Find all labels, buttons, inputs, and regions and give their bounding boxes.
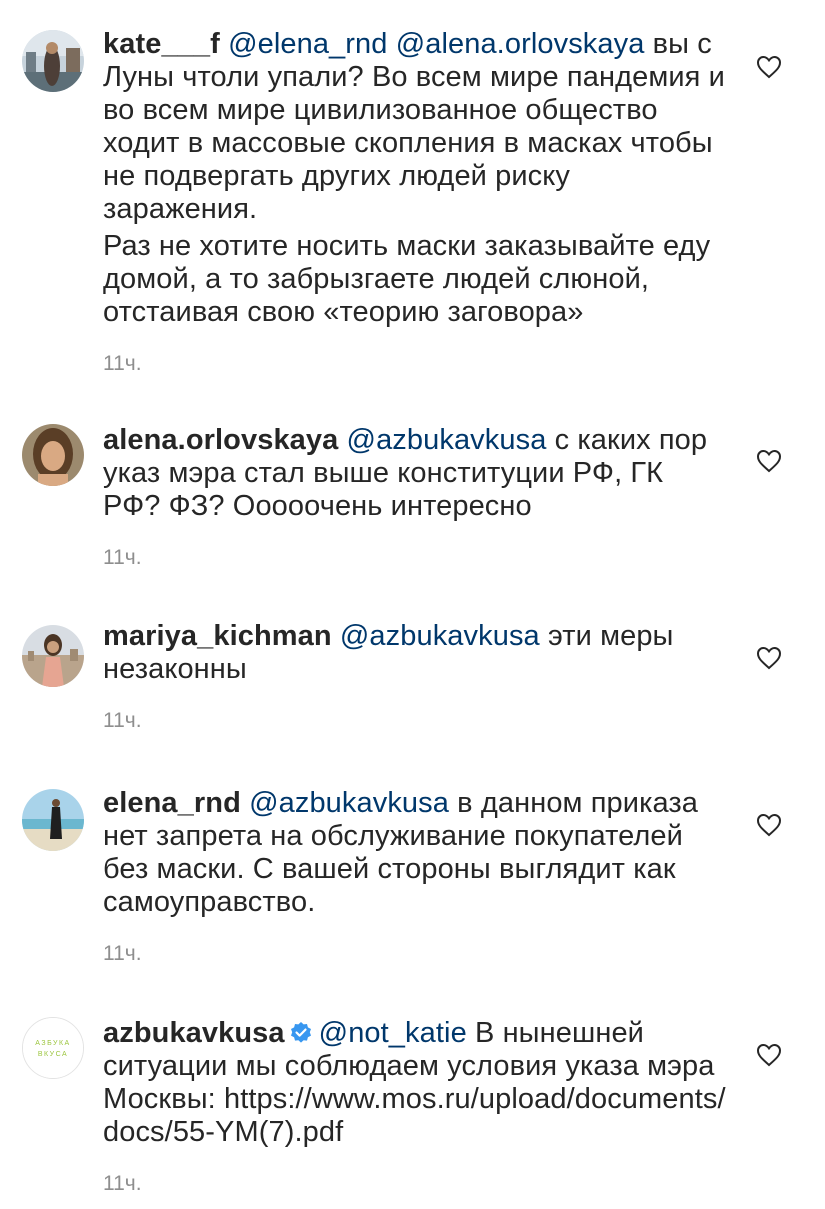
mention-link[interactable]: @azbukavkusa bbox=[340, 620, 540, 652]
avatar[interactable] bbox=[22, 424, 84, 486]
username[interactable]: alena.orlovskaya bbox=[103, 424, 338, 456]
azbuka-vkusa-logo: АЗБУКА ВКУСА bbox=[23, 1018, 83, 1078]
comment-timestamp[interactable]: 11ч. bbox=[103, 704, 728, 737]
avatar[interactable] bbox=[22, 789, 84, 851]
avatar[interactable]: АЗБУКА ВКУСА bbox=[22, 1017, 84, 1079]
like-heart-icon[interactable] bbox=[756, 449, 782, 473]
comment-timestamp[interactable]: 11ч. bbox=[103, 937, 728, 970]
photo-portrait-icon bbox=[22, 424, 84, 486]
like-heart-icon[interactable] bbox=[756, 646, 782, 670]
comments-list: kate___f @elena_rnd @alena.orlovskaya вы… bbox=[0, 0, 825, 1209]
mention-link[interactable]: @alena.orlovskaya bbox=[396, 28, 645, 60]
username[interactable]: kate___f bbox=[103, 28, 220, 60]
username[interactable]: elena_rnd bbox=[103, 787, 241, 819]
like-heart-icon[interactable] bbox=[756, 1043, 782, 1067]
comment-timestamp[interactable]: 11ч. bbox=[103, 541, 728, 574]
logo-line-1: АЗБУКА bbox=[35, 1040, 70, 1047]
photo-venice-icon bbox=[22, 30, 84, 92]
avatar[interactable] bbox=[22, 30, 84, 92]
comment-timestamp[interactable]: 11ч. bbox=[103, 1167, 728, 1200]
comment-item: mariya_kichman @azbukavkusa эти меры нез… bbox=[0, 590, 825, 765]
comment-text: Раз не хотите носить маски заказывайте е… bbox=[103, 230, 711, 328]
mention-link[interactable]: @elena_rnd bbox=[228, 28, 387, 60]
mention-link[interactable]: @azbukavkusa bbox=[347, 424, 547, 456]
username[interactable]: mariya_kichman bbox=[103, 620, 332, 652]
comment-item: alena.orlovskaya @azbukavkusa с каких по… bbox=[0, 400, 825, 590]
photo-city-icon bbox=[22, 625, 84, 687]
comment-item: elena_rnd @azbukavkusa в данном приказа … bbox=[0, 765, 825, 995]
comment-item: kate___f @elena_rnd @alena.orlovskaya вы… bbox=[0, 0, 825, 400]
mention-link[interactable]: @not_katie bbox=[319, 1017, 467, 1049]
verified-badge-icon bbox=[290, 1022, 311, 1043]
photo-beach-icon bbox=[22, 789, 84, 851]
avatar[interactable] bbox=[22, 625, 84, 687]
comment-timestamp[interactable]: 11ч. bbox=[103, 347, 728, 380]
like-heart-icon[interactable] bbox=[756, 813, 782, 837]
like-heart-icon[interactable] bbox=[756, 55, 782, 79]
comment-item: АЗБУКА ВКУСА azbukavkusa @not_katie В ны… bbox=[0, 995, 825, 1209]
username[interactable]: azbukavkusa bbox=[103, 1017, 285, 1049]
logo-line-2: ВКУСА bbox=[38, 1051, 68, 1058]
mention-link[interactable]: @azbukavkusa bbox=[249, 787, 449, 819]
